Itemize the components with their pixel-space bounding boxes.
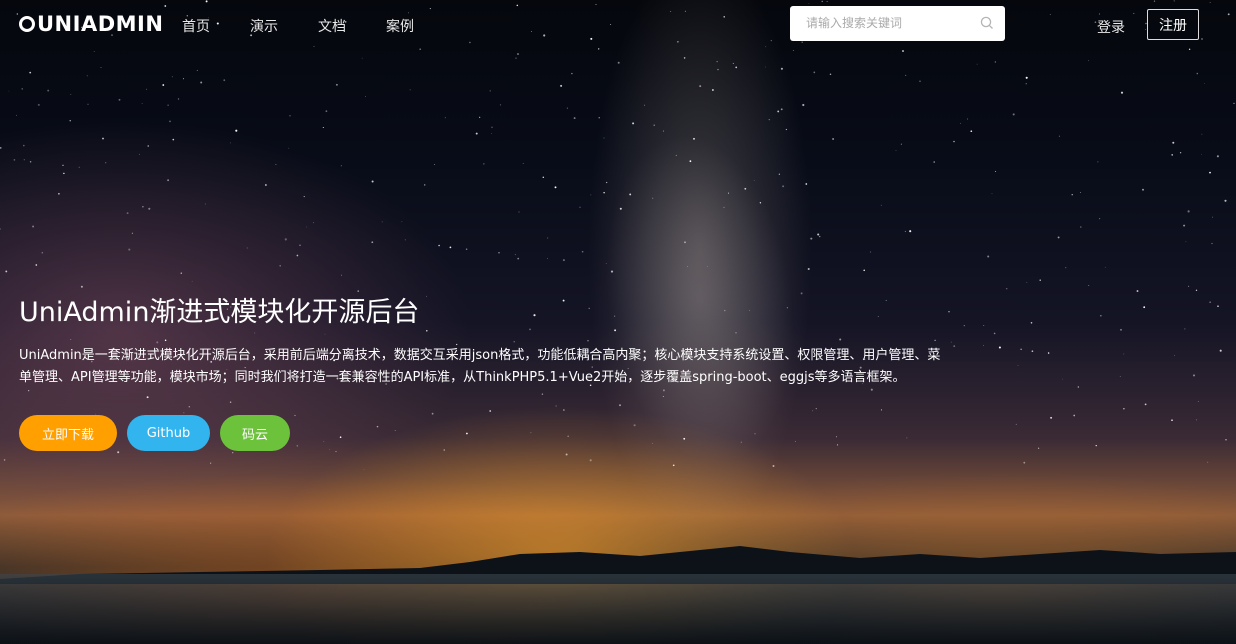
nav-link-demo[interactable]: 演示 (250, 16, 318, 36)
search-box (790, 6, 1005, 41)
site-logo[interactable]: UNIADMIN (19, 11, 163, 37)
nav-link-home[interactable]: 首页 (182, 16, 250, 36)
login-link[interactable]: 登录 (1097, 17, 1125, 37)
gitee-button[interactable]: 码云 (220, 415, 290, 451)
nav-link-cases[interactable]: 案例 (386, 16, 454, 36)
github-button[interactable]: Github (127, 415, 210, 451)
register-button[interactable]: 注册 (1147, 9, 1199, 40)
lake-foreground (0, 574, 1236, 644)
milky-way-background (575, 107, 825, 493)
search-input[interactable] (804, 15, 978, 31)
top-navbar: UNIADMIN 首页 演示 文档 案例 登录 注册 (0, 0, 1236, 48)
hero-description: UniAdmin是一套渐进式模块化开源后台，采用前后端分离技术，数据交互采用js… (19, 348, 941, 385)
nav-links: 首页 演示 文档 案例 (182, 16, 454, 36)
hero-title: UniAdmin渐进式模块化开源后台 (19, 297, 420, 328)
mountain-silhouette (0, 546, 1236, 584)
logo-text: UNIADMIN (37, 12, 164, 36)
download-button[interactable]: 立即下载 (19, 415, 117, 451)
hero-banner: UNIADMIN 首页 演示 文档 案例 登录 注册 UniAdmin渐进式模块… (0, 0, 1236, 644)
search-icon[interactable] (980, 16, 994, 30)
logo-ring-icon (19, 16, 35, 32)
nav-link-docs[interactable]: 文档 (318, 16, 386, 36)
hero-buttons: 立即下载 Github 码云 (19, 415, 300, 451)
